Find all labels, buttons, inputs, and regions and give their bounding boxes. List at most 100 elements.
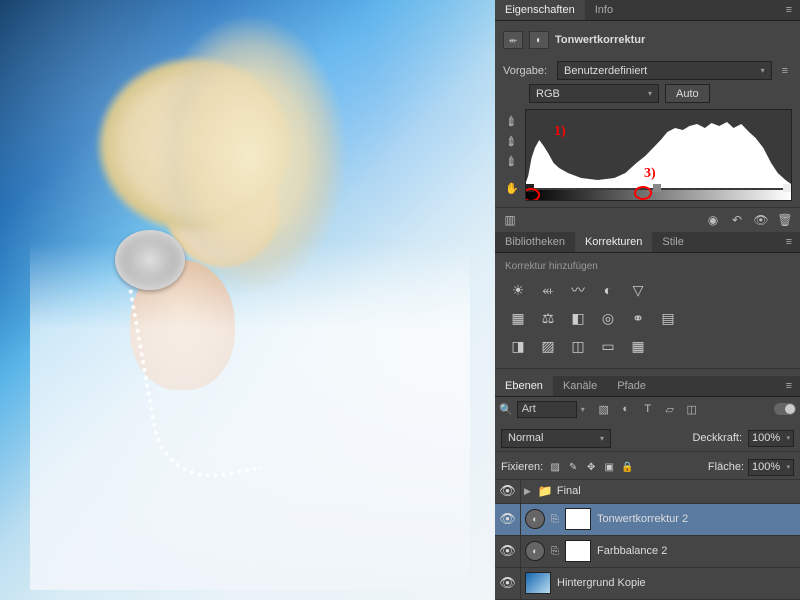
reset-icon[interactable]: ↶ [728, 212, 746, 228]
visibility-toggle[interactable]: 👁 [495, 568, 521, 599]
tab-properties[interactable]: Eigenschaften [495, 0, 585, 20]
layer-item[interactable]: 👁 ◐ ⎘ Farbbalance 2 [495, 536, 800, 568]
invert-icon[interactable]: ◨ [507, 336, 529, 356]
lock-all-icon[interactable]: 🔒 [619, 460, 635, 474]
exposure-icon[interactable]: ◐ [597, 280, 619, 300]
threshold-icon[interactable]: ◫ [567, 336, 589, 356]
visibility-toggle[interactable]: 👁 [495, 504, 521, 535]
levels-adj-icon[interactable]: ⬴ [537, 280, 559, 300]
layer-name[interactable]: Hintergrund Kopie [557, 577, 646, 589]
fill-input[interactable]: 100% [748, 459, 794, 476]
filter-toggle[interactable] [774, 403, 796, 415]
gradient-map-icon[interactable]: ▭ [597, 336, 619, 356]
layer-thumbnail[interactable] [525, 572, 551, 594]
hue-sat-icon[interactable]: ▦ [507, 308, 529, 328]
blend-mode-select[interactable]: Normal [501, 429, 611, 448]
panel-menu-icon[interactable]: ≡ [778, 376, 800, 396]
histogram[interactable]: 1) 2) 3) [525, 109, 792, 201]
white-point-slider[interactable] [783, 184, 791, 192]
folder-icon: 📁 [538, 484, 553, 498]
fill-label: Fläche: [708, 461, 744, 473]
tab-adjustments[interactable]: Korrekturen [575, 232, 652, 252]
lock-transparency-icon[interactable]: ▨ [547, 460, 563, 474]
preset-select[interactable]: Benutzerdefiniert [557, 61, 772, 80]
view-previous-icon[interactable]: ◉ [704, 212, 722, 228]
properties-panel: ⬴ ◐ Tonwertkorrektur Vorgabe: Benutzerde… [495, 21, 800, 207]
filter-type-icon[interactable]: T [639, 401, 657, 417]
adjustments-panel: Korrektur hinzufügen ☀ ⬴ 〰 ◐ ▽ ▦ ⚖ ◧ ◎ ⚭… [495, 253, 800, 368]
tab-channels[interactable]: Kanäle [553, 376, 607, 396]
search-icon: 🔍 [499, 403, 513, 416]
tab-libraries[interactable]: Bibliotheken [495, 232, 575, 252]
tab-styles[interactable]: Stile [652, 232, 693, 252]
preset-label: Vorgabe: [503, 65, 551, 77]
channel-select[interactable]: RGB [529, 84, 659, 103]
layer-folder[interactable]: 👁 ▶ 📁 Final [495, 480, 800, 504]
bw-icon[interactable]: ◧ [567, 308, 589, 328]
visibility-toggle[interactable]: 👁 [495, 536, 521, 567]
layer-filter-row: 🔍 ▾ ▧ ◐ T ▱ ◫ [495, 397, 800, 422]
layers-list: 👁 ▶ 📁 Final 👁 ◐ ⎘ Tonwertkorrektur 2 👁 ◐… [495, 480, 800, 600]
tab-layers[interactable]: Ebenen [495, 376, 553, 396]
tab-info[interactable]: Info [585, 0, 623, 20]
delete-icon[interactable]: 🗑 [776, 212, 794, 228]
eyedropper-tools: ✐ ✐ ✐ ✋ [503, 109, 521, 201]
lock-artboard-icon[interactable]: ▣ [601, 460, 617, 474]
panel-menu-icon[interactable]: ≡ [778, 232, 800, 252]
auto-button[interactable]: Auto [665, 84, 710, 103]
lock-label: Fixieren: [501, 461, 543, 473]
lock-position-icon[interactable]: ✥ [583, 460, 599, 474]
preset-menu-icon[interactable]: ≡ [778, 63, 792, 79]
lock-pixels-icon[interactable]: ✎ [565, 460, 581, 474]
adjustment-title: Tonwertkorrektur [555, 34, 645, 46]
curves-icon[interactable]: 〰 [567, 280, 589, 300]
filter-pixel-icon[interactable]: ▧ [595, 401, 613, 417]
mid-point-slider[interactable] [653, 184, 661, 192]
adjustments-footer [495, 368, 800, 376]
filter-adjustment-icon[interactable]: ◐ [617, 401, 635, 417]
annotation-1: 1) [554, 124, 566, 140]
photo-filter-icon[interactable]: ◎ [597, 308, 619, 328]
layer-mask[interactable] [565, 508, 591, 530]
hand-icon[interactable]: ✋ [503, 179, 521, 197]
vibrance-icon[interactable]: ▽ [627, 280, 649, 300]
layers-tabs: Ebenen Kanäle Pfade ≡ [495, 376, 800, 397]
color-lookup-icon[interactable]: ▤ [657, 308, 679, 328]
adjustments-tabs: Bibliotheken Korrekturen Stile ≡ [495, 232, 800, 253]
toggle-visibility-icon[interactable]: 👁 [752, 212, 770, 228]
eyedropper-white-icon[interactable]: ✐ [499, 149, 524, 174]
panels-dock: Eigenschaften Info ≡ ⬴ ◐ Tonwertkorrektu… [495, 0, 800, 600]
folder-arrow-icon[interactable]: ▶ [524, 486, 531, 497]
image-overlay [30, 10, 470, 590]
tab-paths[interactable]: Pfade [607, 376, 656, 396]
color-balance-icon[interactable]: ⚖ [537, 308, 559, 328]
layer-name[interactable]: Final [557, 485, 581, 497]
mask-icon[interactable]: ◐ [529, 31, 549, 49]
brightness-icon[interactable]: ☀ [507, 280, 529, 300]
layer-item[interactable]: 👁 Hintergrund Kopie [495, 568, 800, 600]
filter-shape-icon[interactable]: ▱ [661, 401, 679, 417]
posterize-icon[interactable]: ▨ [537, 336, 559, 356]
panel-menu-icon[interactable]: ≡ [778, 0, 800, 20]
opacity-input[interactable]: 100% [748, 430, 794, 447]
layer-name[interactable]: Farbbalance 2 [597, 545, 667, 557]
layer-mask[interactable] [565, 540, 591, 562]
annotation-circle-3 [634, 186, 652, 200]
filter-smart-icon[interactable]: ◫ [683, 401, 701, 417]
layer-name[interactable]: Tonwertkorrektur 2 [597, 513, 688, 525]
add-adjustment-label: Korrektur hinzufügen [503, 259, 792, 278]
properties-footer: ▥ ◉ ↶ 👁 🗑 [495, 207, 800, 232]
adjustment-thumb-icon: ◐ [525, 509, 545, 529]
link-icon[interactable]: ⎘ [551, 514, 559, 525]
visibility-toggle[interactable]: 👁 [495, 479, 521, 503]
layer-filter-input[interactable] [517, 401, 577, 418]
canvas-viewport[interactable] [0, 0, 495, 600]
clip-to-layer-icon[interactable]: ▥ [501, 212, 519, 228]
channel-mixer-icon[interactable]: ⚭ [627, 308, 649, 328]
link-icon[interactable]: ⎘ [551, 546, 559, 557]
selective-color-icon[interactable]: ▦ [627, 336, 649, 356]
annotation-3: 3) [644, 166, 656, 182]
opacity-label: Deckkraft: [692, 432, 742, 444]
layer-item[interactable]: 👁 ◐ ⎘ Tonwertkorrektur 2 [495, 504, 800, 536]
properties-tabs: Eigenschaften Info ≡ [495, 0, 800, 21]
